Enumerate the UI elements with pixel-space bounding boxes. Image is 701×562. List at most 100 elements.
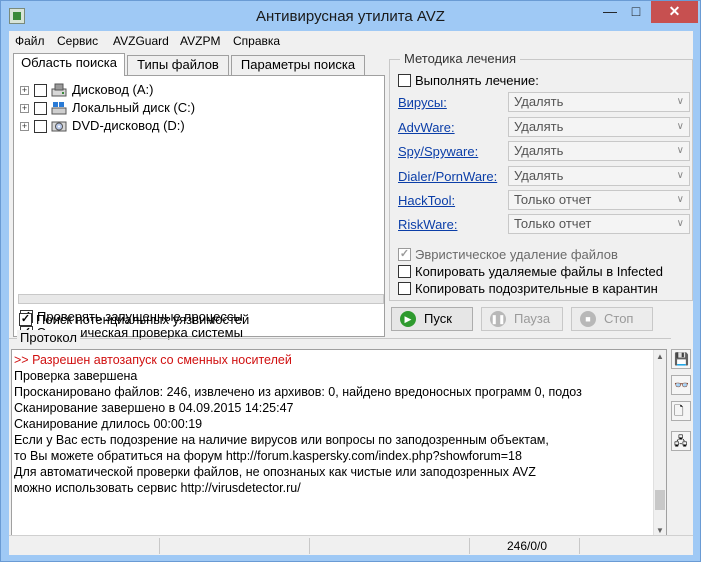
scroll-down-icon[interactable]: ▼ xyxy=(656,526,664,535)
tree-horizontal-scrollbar[interactable] xyxy=(18,294,384,304)
select-dialer[interactable]: Удалять ∨ xyxy=(508,166,690,186)
combo-value: Удалять xyxy=(514,168,564,183)
log-line: >> Разрешен автозапуск со сменных носите… xyxy=(14,353,292,367)
title-bar[interactable]: Антивирусная утилита AVZ — □ ✕ xyxy=(1,1,700,31)
checkbox-vulnerability-search[interactable]: ✓ xyxy=(19,313,32,326)
close-button[interactable]: ✕ xyxy=(651,1,698,23)
network-button[interactable]: 🖧 xyxy=(671,431,691,451)
tab-search-area[interactable]: Область поиска xyxy=(13,53,125,76)
tree-label: Локальный диск (C:) xyxy=(72,100,196,115)
log-line: Просканировано файлов: 246, извлечено из… xyxy=(14,385,582,399)
glasses-icon: 👓 xyxy=(674,378,689,392)
cure-row-dialer: Dialer/PornWare: Удалять ∨ xyxy=(398,166,690,188)
chevron-down-icon: ∨ xyxy=(676,170,684,181)
select-viruses[interactable]: Удалять ∨ xyxy=(508,92,690,112)
tab-file-types[interactable]: Типы файлов xyxy=(127,55,229,75)
start-label: Пуск xyxy=(424,311,452,326)
link-riskware[interactable]: RiskWare: xyxy=(398,217,457,232)
link-dialer[interactable]: Dialer/PornWare: xyxy=(398,169,497,184)
menu-avzpm[interactable]: AVZPM xyxy=(180,34,220,48)
select-hacktool[interactable]: Только отчет ∨ xyxy=(508,190,690,210)
stop-button[interactable]: ■ Стоп xyxy=(571,307,653,331)
document-icon: 🗋 xyxy=(674,404,684,418)
scroll-thumb[interactable] xyxy=(655,490,665,510)
menu-bar: Файл Сервис AVZGuard AVZPM Справка xyxy=(9,31,693,51)
tree-label: Дисковод (A:) xyxy=(72,82,154,97)
dvd-drive-icon xyxy=(51,121,67,132)
checkbox-drive-d[interactable] xyxy=(34,120,47,133)
stop-label: Стоп xyxy=(604,311,634,326)
combo-value: Удалять xyxy=(514,119,564,134)
floppy-save-icon: 💾 xyxy=(674,352,689,366)
checkbox-drive-a[interactable] xyxy=(34,84,47,97)
expand-icon[interactable]: + xyxy=(20,122,29,131)
checkbox-perform-cure[interactable] xyxy=(398,74,411,87)
combo-value: Удалять xyxy=(514,143,564,158)
checkbox-copy-suspicious[interactable] xyxy=(398,282,411,295)
maximize-button[interactable]: □ xyxy=(623,1,649,23)
cure-row-hacktool: HackTool: Только отчет ∨ xyxy=(398,190,690,212)
analyze-log-button[interactable]: 👓 xyxy=(671,375,691,395)
log-vertical-scrollbar[interactable]: ▲ ▼ xyxy=(653,350,666,538)
local-disk-icon xyxy=(51,102,67,115)
checkbox-heuristic-delete[interactable]: ✓ xyxy=(398,248,411,261)
window-title: Антивирусная утилита AVZ xyxy=(256,8,445,25)
group-title: Методика лечения xyxy=(400,51,521,66)
select-adware[interactable]: Удалять ∨ xyxy=(508,117,690,137)
menu-help[interactable]: Справка xyxy=(233,34,280,48)
tab-strip: Область поиска Типы файлов Параметры пои… xyxy=(13,53,385,76)
link-adware[interactable]: AdvWare: xyxy=(398,120,455,135)
log-line: Проверка завершена xyxy=(14,369,138,383)
menu-avzguard[interactable]: AVZGuard xyxy=(113,34,169,48)
option-label: Копировать подозрительные в карантин xyxy=(415,281,658,296)
search-area-panel: + Дисковод (A:) + Локальный диск (C:) + … xyxy=(13,75,385,340)
menu-file[interactable]: Файл xyxy=(15,34,45,48)
option-label: Эвристическое удаление файлов xyxy=(415,247,618,262)
tab-search-params[interactable]: Параметры поиска xyxy=(231,55,365,75)
protocol-group: Протокол >> Разрешен автозапуск со сменн… xyxy=(9,330,671,542)
status-divider xyxy=(469,538,470,554)
cure-method-group: Методика лечения Выполнять лечение: Виру… xyxy=(389,51,693,301)
play-icon: ▶ xyxy=(400,311,416,327)
start-button[interactable]: ▶ Пуск xyxy=(391,307,473,331)
expand-icon[interactable]: + xyxy=(20,104,29,113)
select-riskware[interactable]: Только отчет ∨ xyxy=(508,214,690,234)
cure-row-adware: AdvWare: Удалять ∨ xyxy=(398,117,690,139)
log-line: Для автоматической проверки файлов, не о… xyxy=(14,465,536,479)
menu-service[interactable]: Сервис xyxy=(57,34,98,48)
new-document-button[interactable]: 🗋 xyxy=(671,401,691,421)
checkbox-drive-c[interactable] xyxy=(34,102,47,115)
option-label: Поиск потенциальных уязвимостей xyxy=(36,312,250,327)
select-spyware[interactable]: Удалять ∨ xyxy=(508,141,690,161)
drive-tree: + Дисковод (A:) + Локальный диск (C:) + … xyxy=(16,78,382,266)
protocol-log[interactable]: >> Разрешен автозапуск со сменных носите… xyxy=(11,349,667,539)
chevron-down-icon: ∨ xyxy=(676,121,684,132)
scroll-up-icon[interactable]: ▲ xyxy=(656,352,664,361)
cure-row-spyware: Spy/Spyware: Удалять ∨ xyxy=(398,141,690,163)
status-divider xyxy=(579,538,580,554)
log-line: то Вы можете обратиться на форум http://… xyxy=(14,449,522,463)
log-line: Если у Вас есть подозрение на наличие ви… xyxy=(14,433,549,447)
combo-value: Только отчет xyxy=(514,216,592,231)
log-line: Сканирование завершено в 04.09.2015 14:2… xyxy=(14,401,294,415)
cure-row-viruses: Вирусы: Удалять ∨ xyxy=(398,92,690,114)
minimize-button[interactable]: — xyxy=(597,1,623,23)
floppy-drive-icon xyxy=(51,83,67,97)
link-hacktool[interactable]: HackTool: xyxy=(398,193,455,208)
option-label: Выполнять лечение: xyxy=(415,73,539,88)
scan-counter: 246/0/0 xyxy=(507,539,548,553)
checkbox-copy-deleted[interactable] xyxy=(398,265,411,278)
link-viruses[interactable]: Вирусы: xyxy=(398,95,447,110)
client-area: Файл Сервис AVZGuard AVZPM Справка Облас… xyxy=(9,31,693,555)
tree-label: DVD-дисковод (D:) xyxy=(72,118,185,133)
combo-value: Удалять xyxy=(514,94,564,109)
stop-icon: ■ xyxy=(580,311,596,327)
chevron-down-icon: ∨ xyxy=(676,218,684,229)
save-log-button[interactable]: 💾 xyxy=(671,349,691,369)
pause-button[interactable]: ❚❚ Пауза xyxy=(481,307,563,331)
combo-value: Только отчет xyxy=(514,192,592,207)
expand-icon[interactable]: + xyxy=(20,86,29,95)
log-line: можно использовать сервис http://virusde… xyxy=(14,481,301,495)
app-window: Антивирусная утилита AVZ — □ ✕ Файл Серв… xyxy=(0,0,701,562)
link-spyware[interactable]: Spy/Spyware: xyxy=(398,144,478,159)
